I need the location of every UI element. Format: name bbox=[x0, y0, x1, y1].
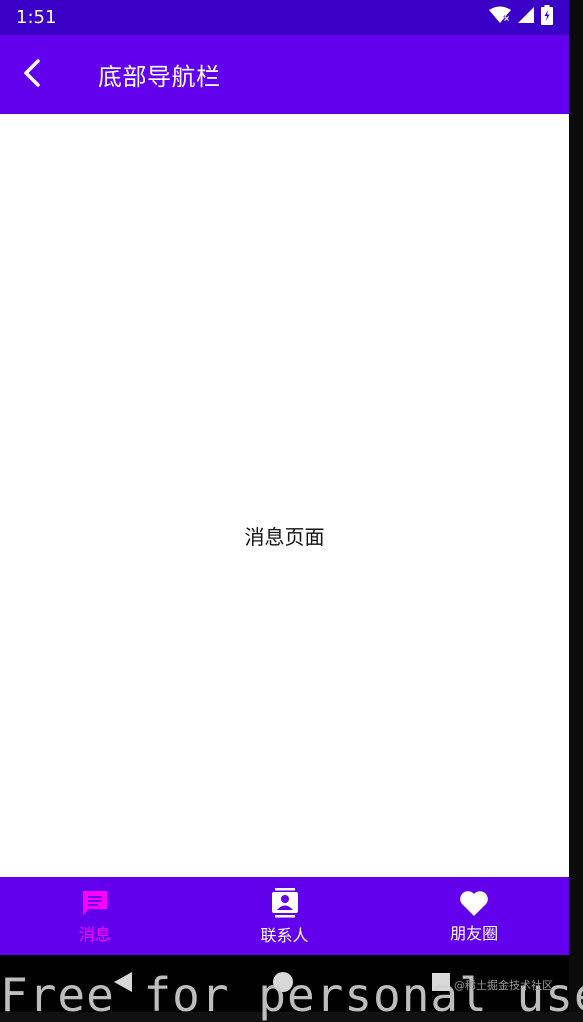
system-back-button[interactable] bbox=[110, 971, 136, 997]
content-area: 消息页面 bbox=[0, 114, 569, 877]
nav-item-moments[interactable]: 朋友圈 bbox=[379, 877, 569, 955]
page-content-text: 消息页面 bbox=[244, 525, 325, 549]
system-home-button[interactable] bbox=[270, 971, 296, 997]
nav-item-label: 朋友圈 bbox=[450, 923, 499, 943]
battery-icon bbox=[541, 5, 553, 30]
nav-item-messages[interactable]: 消息 bbox=[0, 877, 190, 955]
nav-item-contacts[interactable]: 联系人 bbox=[190, 877, 380, 955]
recents-icon bbox=[431, 972, 451, 996]
message-icon bbox=[80, 888, 110, 918]
back-icon bbox=[112, 970, 134, 998]
app-bar: 底部导航栏 bbox=[0, 35, 569, 114]
app-screen: 1:51 底部导航栏 消息页面 消息 联系人 朋友圈 bbox=[0, 0, 569, 1012]
system-recents-button[interactable] bbox=[428, 971, 454, 997]
status-bar: 1:51 bbox=[0, 0, 569, 35]
wifi-icon bbox=[489, 6, 511, 29]
home-icon bbox=[272, 971, 294, 997]
heart-icon bbox=[459, 889, 489, 917]
right-edge-strip bbox=[569, 0, 583, 1012]
page-title: 底部导航栏 bbox=[98, 63, 221, 91]
status-time: 1:51 bbox=[16, 7, 57, 28]
status-icons bbox=[489, 5, 553, 30]
back-button[interactable] bbox=[4, 47, 60, 103]
nav-item-label: 消息 bbox=[78, 924, 111, 944]
credit-text: @稀土掘金技术社区 bbox=[454, 979, 553, 992]
signal-icon bbox=[517, 6, 535, 29]
contacts-icon bbox=[270, 887, 300, 919]
bottom-navigation: 消息 联系人 朋友圈 bbox=[0, 877, 569, 955]
chevron-left-icon bbox=[20, 58, 44, 91]
nav-item-label: 联系人 bbox=[260, 925, 309, 945]
